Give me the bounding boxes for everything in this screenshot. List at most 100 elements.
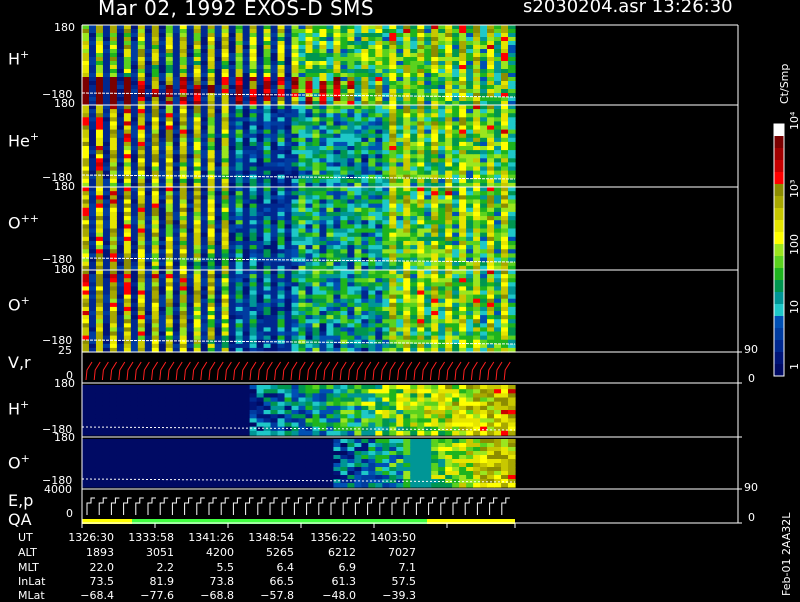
spectrogram-cell [403, 117, 411, 122]
spectrogram-cell [109, 33, 118, 38]
spectrogram-cell [263, 162, 272, 168]
spectrogram-cell [137, 228, 146, 234]
spectrogram-cell [144, 166, 153, 172]
spectrogram-cell [389, 41, 397, 46]
spectrogram-cell [466, 53, 474, 58]
spectrogram-cell [123, 178, 132, 184]
spectrogram-cell [319, 61, 328, 66]
spectrogram-cell [480, 315, 488, 320]
spectrogram-cell [480, 25, 488, 30]
spectrogram-cell [263, 249, 272, 254]
spectrogram-cell [473, 261, 481, 267]
spectrogram-cell [263, 105, 272, 110]
spectrogram-cell [312, 178, 321, 184]
spectrogram-cell [291, 236, 300, 242]
spectrogram-cell [228, 195, 237, 201]
spectrogram-cell [158, 191, 167, 196]
spectrogram-cell [207, 335, 216, 341]
spectrogram-cell [144, 105, 153, 110]
spectrogram-cell [417, 117, 425, 122]
spectrogram-cell [361, 315, 369, 320]
spectrogram-cell [207, 133, 216, 139]
spectrogram-cell [305, 77, 314, 82]
spectrogram-cell [82, 53, 90, 58]
spectrogram-cell [116, 81, 125, 86]
spectrogram-cell [396, 216, 404, 221]
spectrogram-cell [242, 154, 251, 159]
spectrogram-cell [214, 41, 223, 46]
spectrogram-cell [165, 105, 174, 110]
spectrogram-cell [116, 315, 125, 320]
spectrogram-cell [347, 211, 355, 217]
spectrogram-cell [109, 105, 118, 110]
spectrogram-cell [207, 323, 216, 328]
spectrogram-cell [200, 77, 209, 82]
spectrogram-cell [263, 245, 272, 250]
spectrogram-cell [263, 294, 272, 300]
spectrogram-cell [319, 240, 328, 246]
spectrogram-cell [144, 121, 153, 127]
spectrogram-cell [445, 335, 453, 341]
spectrogram-cell [312, 53, 321, 58]
spectrogram-cell [88, 162, 97, 168]
spectrogram-cell [277, 331, 286, 337]
spectrogram-cell [186, 125, 195, 131]
spectrogram-cell [207, 141, 216, 147]
spectrogram-cell [109, 245, 118, 250]
spectrogram-cell [382, 228, 390, 234]
spectrogram-cell [263, 282, 272, 287]
spectrogram-cell [508, 327, 516, 333]
spectrogram-cell [256, 191, 265, 196]
spectrogram-cell [333, 315, 341, 320]
spectrogram-cell [410, 294, 418, 300]
spectrogram-cell [207, 174, 216, 180]
spectrogram-cell [375, 249, 383, 254]
spectrogram-cell [417, 150, 425, 155]
spectrogram-cell [88, 65, 97, 70]
spectrogram-cell [354, 224, 362, 230]
spectrogram-cell [200, 89, 209, 94]
spectrogram-cell [249, 216, 258, 221]
spectrogram-cell [396, 41, 404, 46]
spectrogram-cell [410, 203, 418, 209]
spectrogram-cell [214, 257, 223, 263]
spectrogram-cell [263, 224, 272, 230]
spectrogram-cell [361, 257, 369, 263]
spectrogram-cell [172, 109, 181, 114]
spectrogram-cell [235, 117, 244, 122]
spectrogram-cell [102, 195, 111, 201]
spectrogram-cell [487, 261, 495, 267]
spectrogram-cell [319, 343, 328, 349]
spectrogram-cell [102, 121, 111, 127]
spectrogram-cell [270, 224, 279, 230]
spectrogram-cell [242, 319, 251, 324]
spectrogram-cell [109, 253, 118, 259]
spectrogram-cell [473, 306, 481, 312]
spectrogram-cell [340, 224, 348, 230]
spectrogram-cell [354, 146, 362, 151]
spectrogram-cell [494, 191, 502, 196]
spectrogram-cell [256, 228, 265, 234]
spectrogram-cell [494, 133, 502, 139]
spectrogram-cell [431, 109, 439, 114]
spectrogram-cell [221, 105, 230, 110]
spectrogram-cell [487, 245, 495, 250]
spectrogram-cell [130, 290, 139, 296]
spectrogram-cell [130, 150, 139, 155]
spectrogram-cell [88, 49, 97, 54]
spectrogram-cell [452, 240, 460, 246]
spectrogram-cell [508, 65, 516, 70]
spectrogram-cell [438, 228, 446, 234]
spectrogram-cell [102, 25, 111, 30]
spectrogram-cell [487, 137, 495, 143]
spectrogram-cell [396, 311, 404, 316]
spectrogram-cell [249, 53, 258, 58]
spectrogram-cell [214, 178, 223, 184]
spectrogram-cell [242, 109, 251, 114]
spectrogram-cell [130, 261, 139, 267]
spectrogram-cell [368, 335, 376, 341]
spectrogram-cell [319, 41, 328, 46]
spectrogram-cell [452, 306, 460, 312]
spectrogram-cell [284, 298, 293, 304]
spectrogram-cell [200, 125, 209, 131]
